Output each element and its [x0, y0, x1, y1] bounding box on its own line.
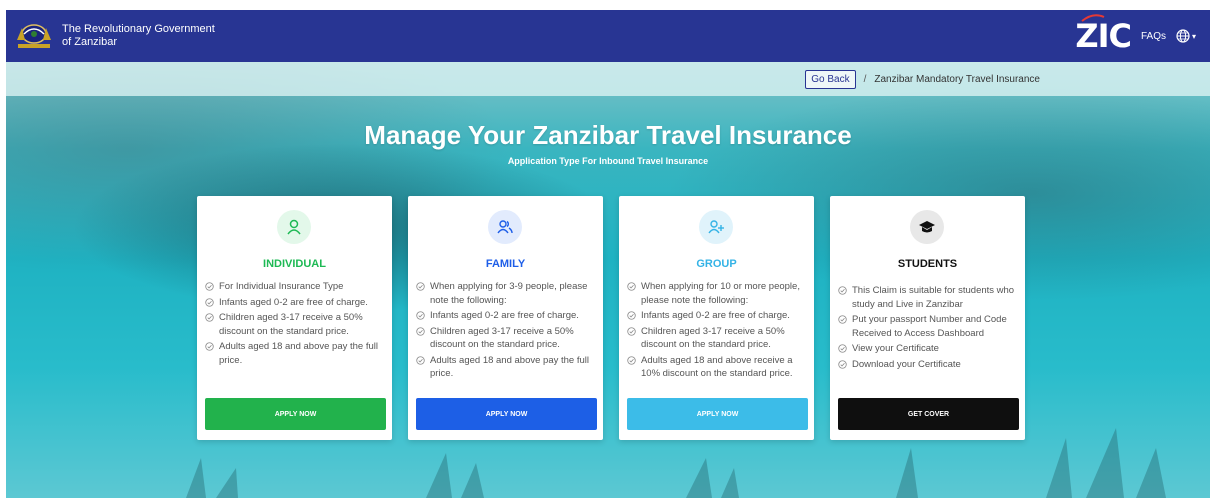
check-circle-icon: [416, 282, 425, 291]
list-item-text: For Individual Insurance Type: [219, 281, 344, 292]
check-circle-icon: [205, 297, 214, 307]
page-title: Manage Your Zanzibar Travel Insurance: [364, 120, 852, 150]
check-circle-icon: [627, 355, 636, 365]
card-title: STUDENTS: [897, 258, 958, 270]
list-item: Children aged 3-17 receive a 50% discoun…: [627, 325, 810, 352]
list-item-text: Infants aged 0-2 are free of charge.: [219, 296, 368, 308]
list-item: Infants aged 0-2 are free of charge.: [627, 309, 810, 323]
list-item-text: When applying for 3-9 people, please not…: [430, 281, 588, 306]
get-cover-button[interactable]: GET COVER: [838, 398, 1019, 430]
card-icon-wrap: [277, 210, 311, 244]
list-item: When applying for 3-9 people, please not…: [416, 280, 599, 307]
check-circle-icon: [416, 355, 425, 365]
card-title: GROUP: [696, 258, 737, 270]
list-item-text: Children aged 3-17 receive a 50% discoun…: [219, 312, 363, 337]
apply-now-button[interactable]: APPLY NOW: [627, 398, 808, 430]
list-item: This Claim is suitable for students who …: [838, 284, 1021, 311]
list-item-text: Infants aged 0-2 are free of charge.: [641, 310, 790, 321]
card-title: FAMILY: [485, 258, 526, 270]
list-item-text: Put your passport Number and Code Receiv…: [852, 314, 1007, 339]
gov-name-line1: The Revolutionary Government: [62, 23, 215, 35]
breadcrumb: Go Back / Zanzibar Mandatory Travel Insu…: [6, 62, 1210, 96]
check-circle-icon: [838, 359, 847, 369]
check-circle-icon: [205, 282, 214, 291]
card-icon-wrap: [699, 210, 733, 244]
card-icon-wrap: [910, 210, 944, 244]
list-item: Adults aged 18 and above receive a 10% d…: [627, 354, 810, 381]
check-circle-icon: [205, 342, 214, 351]
card-feature-list: This Claim is suitable for students who …: [838, 284, 1021, 373]
government-brand[interactable]: The Revolutionary Government of Zanzibar: [14, 20, 215, 52]
list-item: View your Certificate: [838, 342, 1021, 356]
apply-now-button[interactable]: APPLY NOW: [205, 398, 386, 430]
list-item: Children aged 3-17 receive a 50% discoun…: [416, 325, 599, 352]
card-feature-list: For Individual Insurance Type Infants ag…: [205, 280, 388, 369]
card-individual: INDIVIDUAL For Individual Insurance Type…: [197, 196, 392, 440]
logo-swoosh-icon: [1081, 14, 1105, 22]
check-circle-icon: [416, 326, 425, 336]
globe-icon: [1176, 29, 1190, 43]
list-item-text: When applying for 10 or more people, ple…: [641, 281, 800, 306]
navbar-tools: ZIC FAQs ▾: [1075, 14, 1196, 55]
list-item: Download your Certificate: [838, 358, 1021, 372]
zic-logo-text: ZIC: [1075, 17, 1132, 55]
page: The Revolutionary Government of Zanzibar…: [0, 0, 1215, 498]
list-item: Children aged 3-17 receive a 50% discoun…: [205, 311, 388, 338]
user-icon: [287, 219, 301, 235]
card-title: INDIVIDUAL: [263, 258, 326, 270]
list-item-text: Download your Certificate: [852, 358, 961, 370]
hero-section: Go Back / Zanzibar Mandatory Travel Insu…: [6, 62, 1210, 498]
check-circle-icon: [838, 315, 847, 324]
list-item-text: Adults aged 18 and above pay the full pr…: [219, 341, 378, 366]
graduation-cap-icon: [919, 221, 935, 233]
gov-name-line2: of Zanzibar: [62, 36, 118, 48]
card-feature-list: When applying for 10 or more people, ple…: [627, 280, 810, 383]
coat-of-arms-icon: [17, 24, 51, 48]
user-plus-icon: [708, 220, 724, 234]
card-group: GROUP When applying for 10 or more peopl…: [619, 196, 814, 440]
check-circle-icon: [627, 326, 636, 336]
check-circle-icon: [416, 311, 425, 320]
list-item-text: Children aged 3-17 receive a 50% discoun…: [641, 325, 785, 351]
card-students: STUDENTS This Claim is suitable for stud…: [830, 196, 1025, 440]
apply-now-button[interactable]: APPLY NOW: [416, 398, 597, 430]
check-circle-icon: [838, 286, 847, 295]
list-item: Put your passport Number and Code Receiv…: [838, 313, 1021, 340]
list-item: Infants aged 0-2 are free of charge.: [205, 296, 388, 310]
caret-down-icon: ▾: [1191, 31, 1196, 41]
card-family: FAMILY When applying for 3-9 people, ple…: [408, 196, 603, 440]
top-navbar: The Revolutionary Government of Zanzibar…: [6, 10, 1210, 62]
go-back-button[interactable]: Go Back: [805, 69, 856, 89]
list-item-text: View your Certificate: [852, 343, 939, 354]
list-item: For Individual Insurance Type: [205, 280, 388, 294]
check-circle-icon: [838, 344, 847, 353]
users-icon: [497, 220, 513, 234]
language-selector[interactable]: ▾: [1176, 29, 1196, 43]
zic-logo[interactable]: ZIC: [1075, 14, 1132, 55]
list-item-text: Adults aged 18 and above pay the full pr…: [430, 354, 589, 380]
check-circle-icon: [627, 282, 636, 291]
list-item: When applying for 10 or more people, ple…: [627, 280, 810, 307]
faqs-link[interactable]: FAQs: [1141, 31, 1166, 42]
list-item-text: Children aged 3-17 receive a 50% discoun…: [430, 325, 574, 351]
list-item-text: Infants aged 0-2 are free of charge.: [430, 310, 579, 321]
page-subtitle: Application Type For Inbound Travel Insu…: [507, 156, 709, 166]
list-item: Adults aged 18 and above pay the full pr…: [416, 354, 599, 381]
breadcrumb-separator: /: [863, 73, 867, 85]
list-item: Infants aged 0-2 are free of charge.: [416, 309, 599, 323]
breadcrumb-current: Zanzibar Mandatory Travel Insurance: [874, 73, 1040, 85]
card-icon-wrap: [488, 210, 522, 244]
list-item: Adults aged 18 and above pay the full pr…: [205, 340, 388, 367]
check-circle-icon: [627, 311, 636, 320]
card-feature-list: When applying for 3-9 people, please not…: [416, 280, 599, 383]
palm-shadows-decoration: [186, 428, 1166, 498]
check-circle-icon: [205, 313, 214, 322]
list-item-text: Adults aged 18 and above receive a 10% d…: [641, 354, 793, 380]
list-item-text: This Claim is suitable for students who …: [852, 285, 1015, 310]
